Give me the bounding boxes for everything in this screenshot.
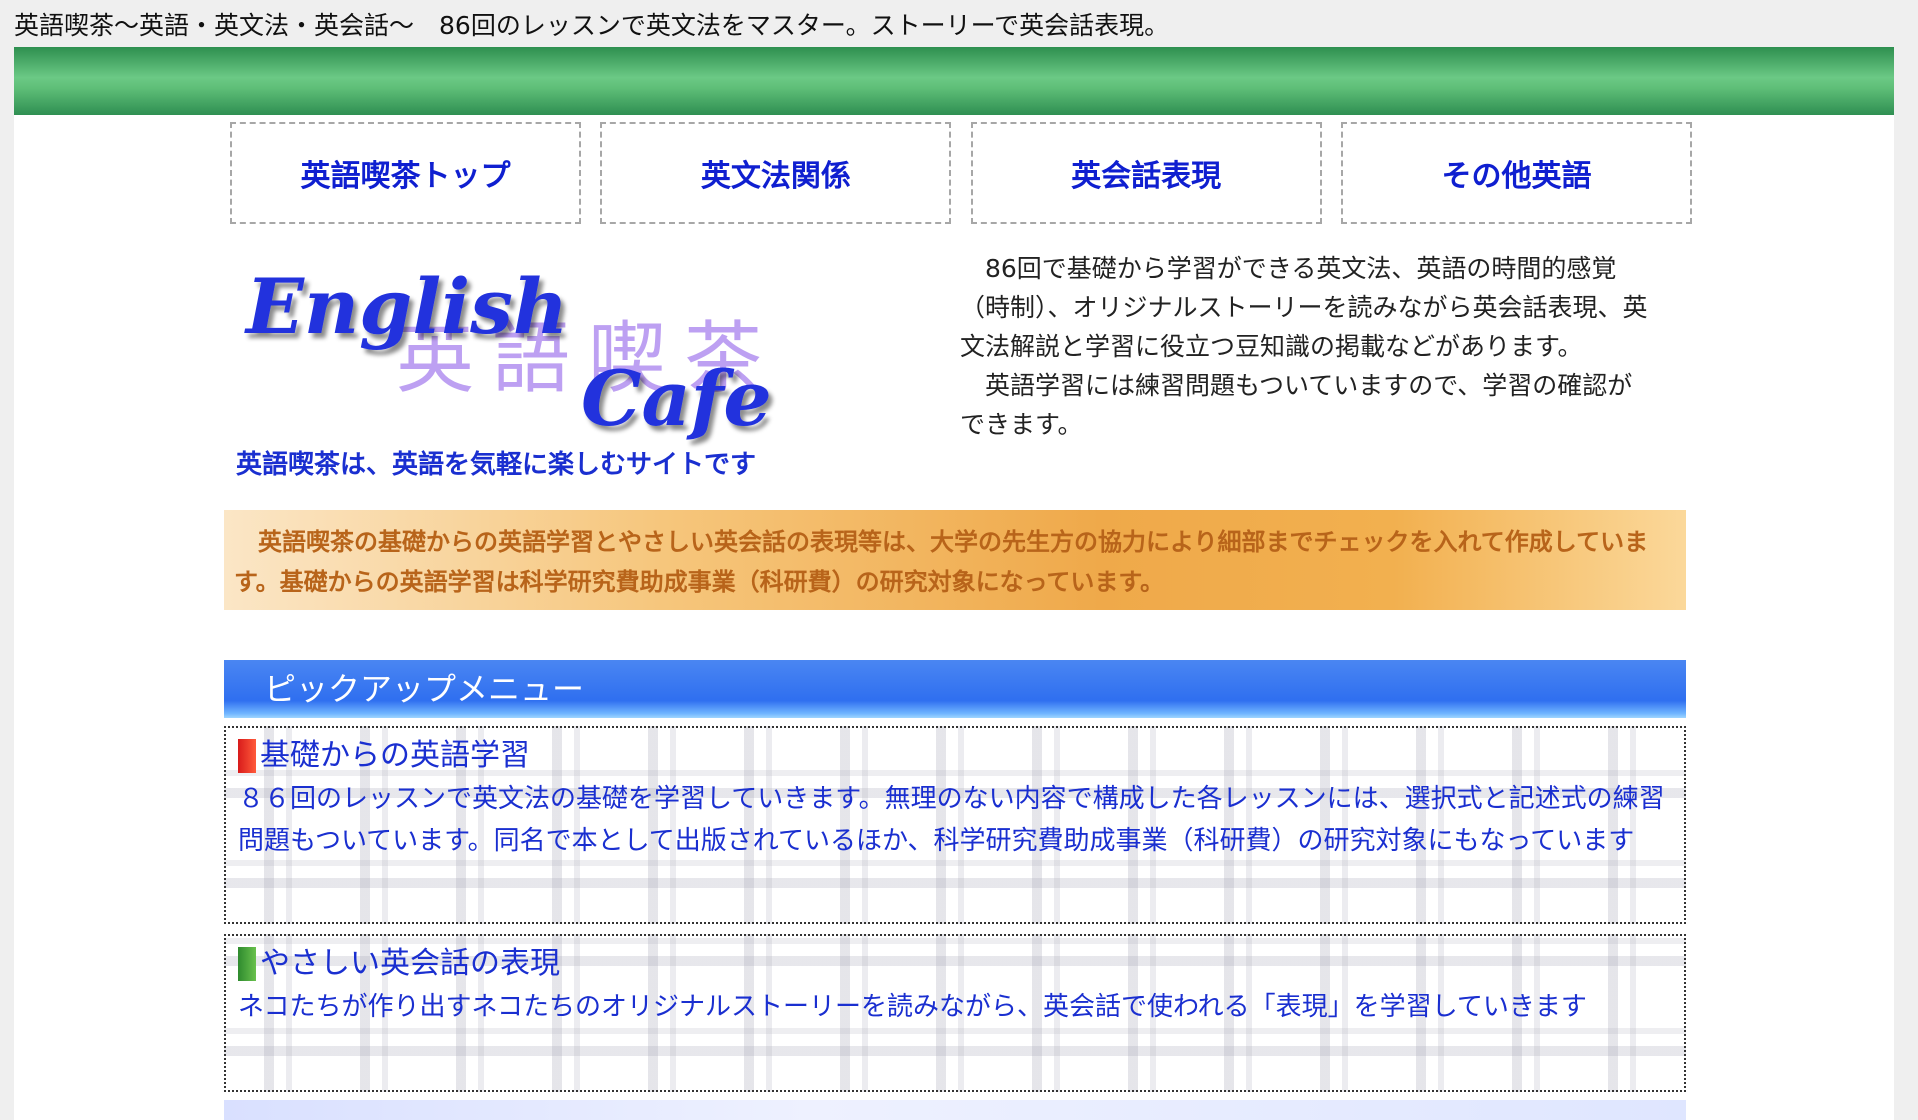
pickup-item-description[interactable]: ネコたちが作り出すネコたちのオリジナルストーリーを読みながら、英会話で使われる「… [238,986,1672,1028]
logo-english: English [244,262,568,351]
site-tagline: 英語喫茶は、英語を気軽に楽しむサイトです [236,450,757,480]
notice-banner: 英語喫茶の基礎からの英語学習とやさしい英会話の表現等は、大学の先生方の協力により… [224,510,1686,610]
nav-other[interactable]: その他英語 [1340,122,1692,224]
page-title: 英語喫茶〜英語・英文法・英会話〜 86回のレッスンで英文法をマスター。ストーリー… [14,11,1170,40]
site-intro: 86回で基礎から学習ができる英文法、英語の時間的感覚（時制）、オリジナルストーリ… [960,249,1650,444]
site-logo[interactable]: 英語喫茶 English Cafe [236,255,856,455]
top-navigation: 英語喫茶トップ 英文法関係 英会話表現 その他英語 [230,122,1692,228]
red-marker-icon [238,739,256,773]
main-content: 英語喫茶トップ 英文法関係 英会話表現 その他英語 英語喫茶 English C… [14,115,1894,1120]
intro-paragraph-1: 86回で基礎から学習ができる英文法、英語の時間的感覚（時制）、オリジナルストーリ… [960,254,1648,361]
logo-cafe: Cafe [581,354,772,443]
pickup-item-basic-english: 基礎からの英語学習 ８６回のレッスンで英文法の基礎を学習していきます。無理のない… [224,726,1686,924]
green-marker-icon [238,947,256,981]
header-band [14,47,1894,115]
next-pickup-item-partial [224,1100,1686,1120]
pickup-item-title-link[interactable]: 基礎からの英語学習 [260,736,530,776]
nav-conversation[interactable]: 英会話表現 [970,122,1322,224]
nav-top[interactable]: 英語喫茶トップ [230,122,581,224]
pickup-item-description[interactable]: ８６回のレッスンで英文法の基礎を学習していきます。無理のない内容で構成した各レッ… [238,778,1672,862]
nav-grammar[interactable]: 英文法関係 [600,122,952,224]
intro-paragraph-2: 英語学習には練習問題もついていますので、学習の確認ができます。 [960,371,1633,439]
pickup-item-title-link[interactable]: やさしい英会話の表現 [260,944,560,984]
pickup-menu-header: ピックアップメニュー [224,660,1686,718]
pickup-item-easy-conversation: やさしい英会話の表現 ネコたちが作り出すネコたちのオリジナルストーリーを読みなが… [224,934,1686,1092]
